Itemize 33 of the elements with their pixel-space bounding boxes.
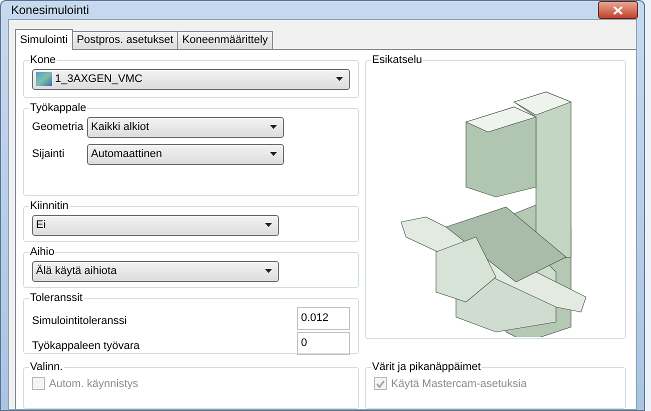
dropdown[interactable]: Kaikki alkiot	[87, 116, 284, 138]
dropdown-arrow-icon	[270, 152, 277, 156]
field-label: Geometria	[32, 120, 84, 135]
dropdown[interactable]: Automaattinen	[87, 144, 284, 164]
dropdown[interactable]: Älä käytä aihiota	[32, 260, 279, 282]
dropdown-arrow-icon	[265, 223, 272, 227]
machine-icon	[36, 72, 52, 86]
group-label: Toleranssit	[29, 291, 84, 306]
close-button[interactable]	[598, 1, 638, 19]
dropdown-arrow-icon	[265, 269, 272, 273]
field-label: Työkappaleen työvara	[32, 338, 140, 354]
dropdown-arrow-icon	[270, 125, 277, 129]
window-title: Konesimulointi	[11, 2, 90, 19]
dropdown[interactable]: 1_3AXGEN_VMC	[32, 68, 350, 90]
group-label: Värit ja pikanäppäimet	[371, 360, 482, 375]
group-label: Kone	[29, 53, 57, 68]
group-label: Työkappale	[29, 101, 88, 116]
field-label: Simulointitoleranssi	[32, 314, 127, 329]
tab[interactable]: Postpros. asetukset	[72, 31, 178, 49]
group-label: Valinn.	[29, 360, 64, 375]
tab[interactable]: Koneenmäärittely	[177, 31, 273, 49]
tab[interactable]: Simulointi	[15, 29, 73, 50]
close-icon	[613, 6, 623, 14]
field-label: Sijainti	[32, 146, 66, 162]
group-label: Aihio	[29, 245, 56, 260]
dropdown[interactable]: Ei	[32, 214, 279, 236]
checkbox-label: Autom. käynnistys	[49, 376, 138, 392]
group-label: Kiinnitin	[29, 199, 70, 214]
dropdown-arrow-icon	[336, 77, 343, 81]
checkbox-label: Käytä Mastercam-asetuksia	[391, 376, 527, 392]
input-field[interactable]: 0	[297, 332, 350, 354]
group-label: Esikatselu	[371, 53, 424, 68]
input-field[interactable]: 0.012	[297, 306, 350, 330]
